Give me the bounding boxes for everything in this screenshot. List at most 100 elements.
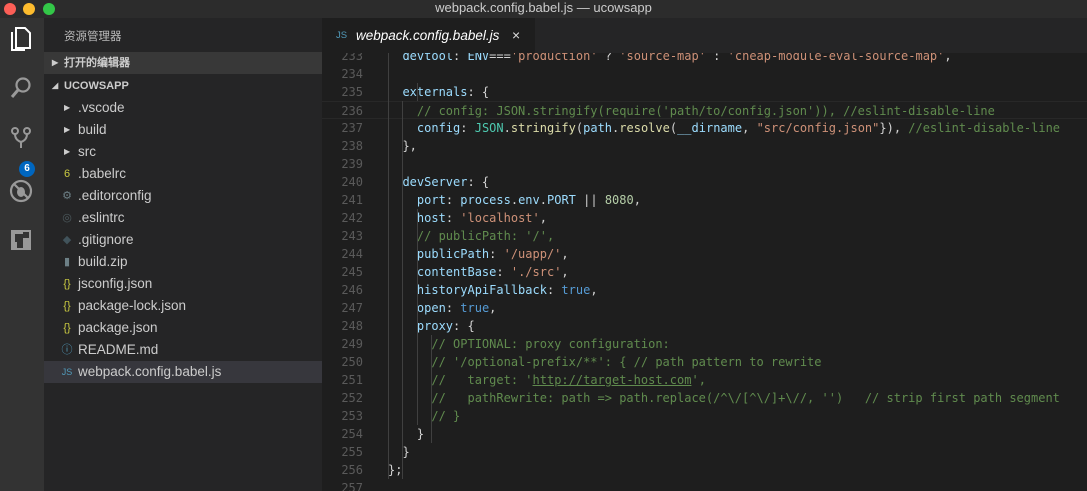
code-line: 235 externals: { <box>322 83 1087 101</box>
token: __dirname <box>677 121 743 135</box>
token: proxy <box>416 319 454 333</box>
token: // pathRewrite: path => path.replace(/^\… <box>431 391 1060 405</box>
token: 8080 <box>604 193 634 207</box>
token: , <box>742 121 757 135</box>
file-type-icon: JS <box>61 367 73 377</box>
code-text: proxy: { <box>388 317 475 335</box>
close-window-button[interactable] <box>4 3 16 15</box>
code-line: 240 devServer: { <box>322 173 1087 191</box>
token: // config: JSON.stringify(require('path/… <box>416 104 995 118</box>
file-item[interactable]: {} jsconfig.json <box>44 273 322 295</box>
tab-webpack-config[interactable]: JS webpack.config.babel.js × <box>322 18 535 53</box>
extensions-icon[interactable] <box>6 228 36 258</box>
token: true <box>460 301 490 315</box>
file-label: src <box>78 144 96 159</box>
js-file-icon: JS <box>336 30 348 41</box>
token: } <box>388 445 410 459</box>
code-text: // config: JSON.stringify(require('path/… <box>388 102 995 120</box>
code-text: publicPath: '/uapp/', <box>388 245 569 263</box>
token: ENV <box>467 53 490 63</box>
token: config <box>416 121 461 135</box>
token: http://target-host.com <box>532 373 692 387</box>
file-item[interactable]: JS webpack.config.babel.js <box>44 361 322 383</box>
code-line: 244 publicPath: '/uapp/', <box>322 245 1087 263</box>
code-text: port: process.env.PORT || 8080, <box>388 191 641 209</box>
token: env <box>518 193 540 207</box>
token: JSON <box>474 121 504 135</box>
project-section[interactable]: ◢ UCOWSAPP <box>44 75 322 97</box>
token: : <box>445 211 461 225</box>
maximize-window-button[interactable] <box>43 3 55 15</box>
file-item[interactable]: 6 .babelrc <box>44 163 322 185</box>
source-control-icon[interactable] <box>6 126 36 156</box>
token: // OPTIONAL: proxy configuration: <box>431 337 670 351</box>
token: , <box>944 53 952 63</box>
line-number: 234 <box>341 67 363 81</box>
token: , <box>590 283 598 297</box>
file-label: build <box>78 122 107 137</box>
token: host <box>416 211 446 225</box>
code-line: 241 port: process.env.PORT || 8080, <box>322 191 1087 209</box>
close-tab-button[interactable]: × <box>512 18 520 53</box>
token: : <box>489 247 504 261</box>
code-editor[interactable]: 233 devtool: ENV==='production' ? 'sourc… <box>322 53 1087 491</box>
line-number: 237 <box>341 121 363 135</box>
folder-item[interactable]: ▶ src <box>44 141 322 163</box>
token: } <box>388 427 425 441</box>
token: || <box>575 193 605 207</box>
tab-bar: JS webpack.config.babel.js × <box>322 18 1087 53</box>
file-item[interactable]: ▮ build.zip <box>44 251 322 273</box>
explorer-icon[interactable] <box>6 26 36 56</box>
section-label: UCOWSAPP <box>64 80 129 92</box>
folder-item[interactable]: ▶ .vscode <box>44 97 322 119</box>
file-label: .editorconfig <box>78 188 152 203</box>
indent-guide <box>388 53 389 479</box>
minimize-window-button[interactable] <box>23 3 35 15</box>
file-type-icon: ◆ <box>62 234 72 246</box>
line-number: 247 <box>341 301 363 315</box>
explorer-title: 资源管理器 <box>64 31 122 43</box>
token: // '/optional-prefix/**': { // path patt… <box>431 355 822 369</box>
file-label: package.json <box>78 320 158 335</box>
file-type-icon: ⓘ <box>61 344 73 356</box>
title-bar: webpack.config.babel.js — ucowsapp <box>0 0 1087 18</box>
token: ', <box>691 373 706 387</box>
line-number: 253 <box>341 409 363 423</box>
file-label: jsconfig.json <box>78 276 153 291</box>
file-item[interactable]: {} package-lock.json <box>44 295 322 317</box>
token: 'cheap-module-eval-source-map' <box>727 53 945 63</box>
file-item[interactable]: ⓘ README.md <box>44 339 322 361</box>
line-number: 252 <box>341 391 363 405</box>
code-text: host: 'localhost', <box>388 209 547 227</box>
token: // } <box>431 409 461 423</box>
token: . <box>510 193 519 207</box>
token: : <box>705 53 728 63</box>
code-line: 257 <box>322 479 1087 491</box>
open-editors-section[interactable]: ▶ 打开的编辑器 <box>44 52 322 74</box>
line-number: 235 <box>341 85 363 99</box>
file-label: webpack.config.babel.js <box>78 364 222 379</box>
search-icon[interactable] <box>6 76 36 106</box>
file-label: .babelrc <box>78 166 127 181</box>
code-text: } <box>388 443 410 461</box>
folder-item[interactable]: ▶ build <box>44 119 322 141</box>
file-type-icon: {} <box>63 300 71 312</box>
line-number: 243 <box>341 229 363 243</box>
line-number: 246 <box>341 283 363 297</box>
code-text: externals: { <box>388 83 489 101</box>
file-item[interactable]: ◎ .eslintrc <box>44 207 322 229</box>
file-item[interactable]: {} package.json <box>44 317 322 339</box>
file-label: package-lock.json <box>78 298 187 313</box>
token: process <box>460 193 511 207</box>
file-item[interactable]: ◆ .gitignore <box>44 229 322 251</box>
token: . <box>503 121 511 135</box>
debug-icon[interactable] <box>6 178 36 208</box>
chevron-right-icon: ▶ <box>64 103 71 112</box>
file-item[interactable]: ⚙ .editorconfig <box>44 185 322 207</box>
file-label: .vscode <box>78 100 125 115</box>
chevron-right-icon: ▶ <box>64 147 71 156</box>
token: : <box>460 121 475 135</box>
code-text: // '/optional-prefix/**': { // path patt… <box>388 353 822 371</box>
